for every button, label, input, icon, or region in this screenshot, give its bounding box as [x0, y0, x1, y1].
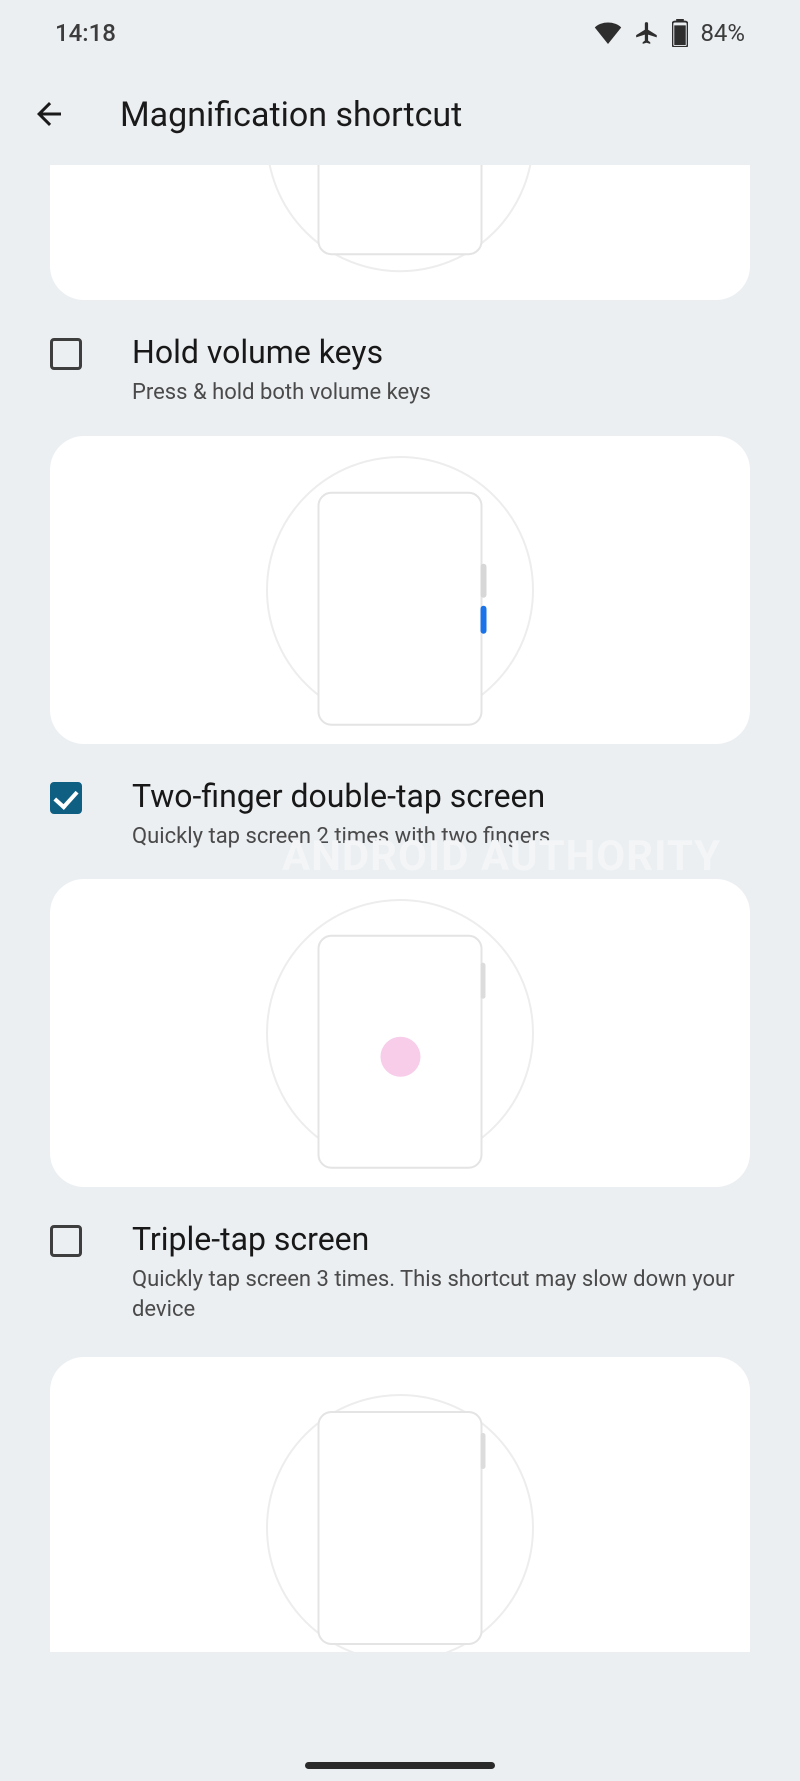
- checkbox-triple-tap[interactable]: [50, 1225, 82, 1257]
- option-description: Quickly tap screen 2 times with two fing…: [132, 822, 750, 852]
- page-title: Magnification shortcut: [120, 95, 462, 135]
- option-two-finger-double-tap[interactable]: Two-finger double-tap screen Quickly tap…: [0, 744, 800, 870]
- battery-percent: 84%: [700, 19, 745, 47]
- status-bar: 14:18 84%: [0, 0, 800, 65]
- battery-icon: [672, 19, 688, 47]
- illustration-hold-volume-keys: [50, 436, 750, 744]
- arrow-left-icon: [31, 96, 67, 135]
- option-hold-volume-keys[interactable]: Hold volume keys Press & hold both volum…: [0, 300, 800, 426]
- illustration-two-finger-double-tap: [50, 879, 750, 1187]
- page-header: Magnification shortcut: [0, 65, 800, 165]
- option-description: Press & hold both volume keys: [132, 378, 750, 408]
- status-time: 14:18: [55, 19, 116, 47]
- option-triple-tap[interactable]: Triple-tap screen Quickly tap screen 3 t…: [0, 1187, 800, 1342]
- wifi-icon: [594, 22, 622, 44]
- option-title: Two-finger double-tap screen: [132, 776, 750, 816]
- illustration-triple-tap: [50, 1357, 750, 1652]
- back-button[interactable]: [28, 94, 70, 136]
- illustration-accessibility-button: [50, 165, 750, 300]
- status-icons: 84%: [594, 19, 745, 47]
- checkbox-two-finger-double-tap[interactable]: [50, 782, 82, 814]
- option-title: Hold volume keys: [132, 332, 750, 372]
- navigation-handle[interactable]: [305, 1762, 495, 1769]
- content: Hold volume keys Press & hold both volum…: [0, 165, 800, 1652]
- airplane-icon: [634, 20, 660, 46]
- option-description: Quickly tap screen 3 times. This shortcu…: [132, 1265, 750, 1324]
- option-title: Triple-tap screen: [132, 1219, 750, 1259]
- checkbox-hold-volume-keys[interactable]: [50, 338, 82, 370]
